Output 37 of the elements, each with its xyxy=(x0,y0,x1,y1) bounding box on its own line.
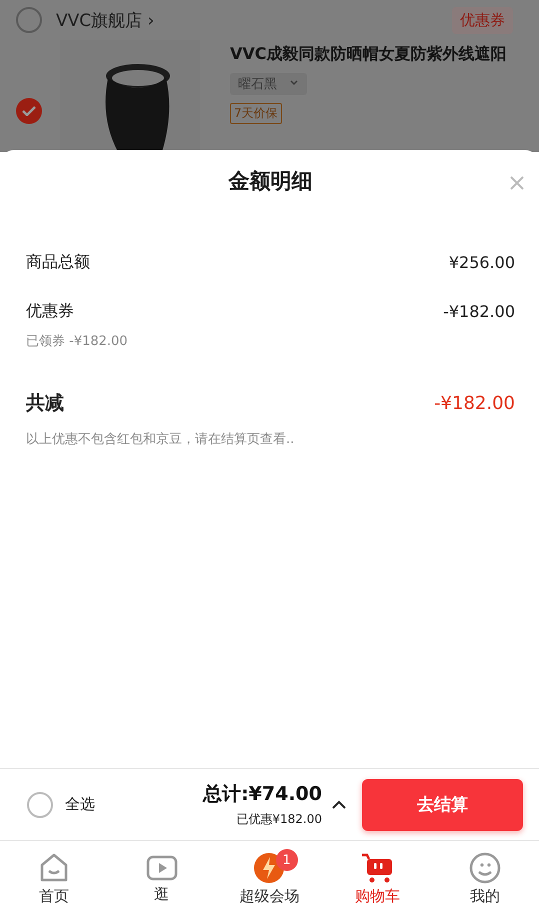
tab-item[interactable]: 逛 xyxy=(108,841,216,916)
amount-value: ¥256.00 xyxy=(448,253,515,272)
close-icon[interactable] xyxy=(509,175,525,191)
saved-amount: 已优惠¥182.00 xyxy=(236,811,322,828)
tab-label: 购物车 xyxy=(354,886,400,906)
cart-icon xyxy=(360,852,394,884)
sheet-title: 金额明细 xyxy=(228,168,312,195)
tab-item[interactable]: 首页 xyxy=(0,841,108,916)
smiley-icon xyxy=(469,852,502,884)
tab-item[interactable]: 购物车 xyxy=(323,841,432,916)
tab-label: 首页 xyxy=(38,886,69,906)
product-checkbox[interactable] xyxy=(16,98,42,124)
chevron-up-icon[interactable] xyxy=(332,800,346,810)
amount-label: 商品总额 xyxy=(26,252,90,273)
variant-selector[interactable]: 曜石黑 xyxy=(230,73,307,95)
select-all-checkbox[interactable] xyxy=(27,792,53,818)
amount-note: 已领券 -¥182.00 xyxy=(26,333,129,350)
total-price: 总计:¥74.00 xyxy=(203,782,322,807)
disclaimer-text: 以上优惠不包含红包和京豆，请在结算页查看.. xyxy=(26,431,296,448)
store-checkbox[interactable] xyxy=(16,7,42,33)
store-name[interactable]: VVC旗舰店 › xyxy=(56,8,154,32)
tab-label: 超级会场 xyxy=(239,886,300,906)
tab-item[interactable]: 超级会场 1 xyxy=(216,841,324,916)
amount-label: 优惠券 xyxy=(26,301,74,322)
tab-label: 逛 xyxy=(154,884,170,904)
total-discount-label: 共减 xyxy=(26,391,64,416)
check-icon xyxy=(22,106,36,116)
price-protection-tag: 7天价保 xyxy=(230,103,282,124)
total-discount-value: -¥182.00 xyxy=(434,392,515,414)
play-icon xyxy=(146,854,178,882)
checkout-button[interactable]: 去结算 xyxy=(362,778,523,830)
notification-badge: 1 xyxy=(276,849,298,871)
product-title[interactable]: VVC成毅同款防晒帽女夏防紫外线遮阳 xyxy=(230,44,507,65)
tab-item[interactable]: 我的 xyxy=(431,841,539,916)
amount-value: -¥182.00 xyxy=(443,302,515,321)
select-all-label[interactable]: 全选 xyxy=(65,795,95,814)
tab-label: 我的 xyxy=(470,886,500,906)
